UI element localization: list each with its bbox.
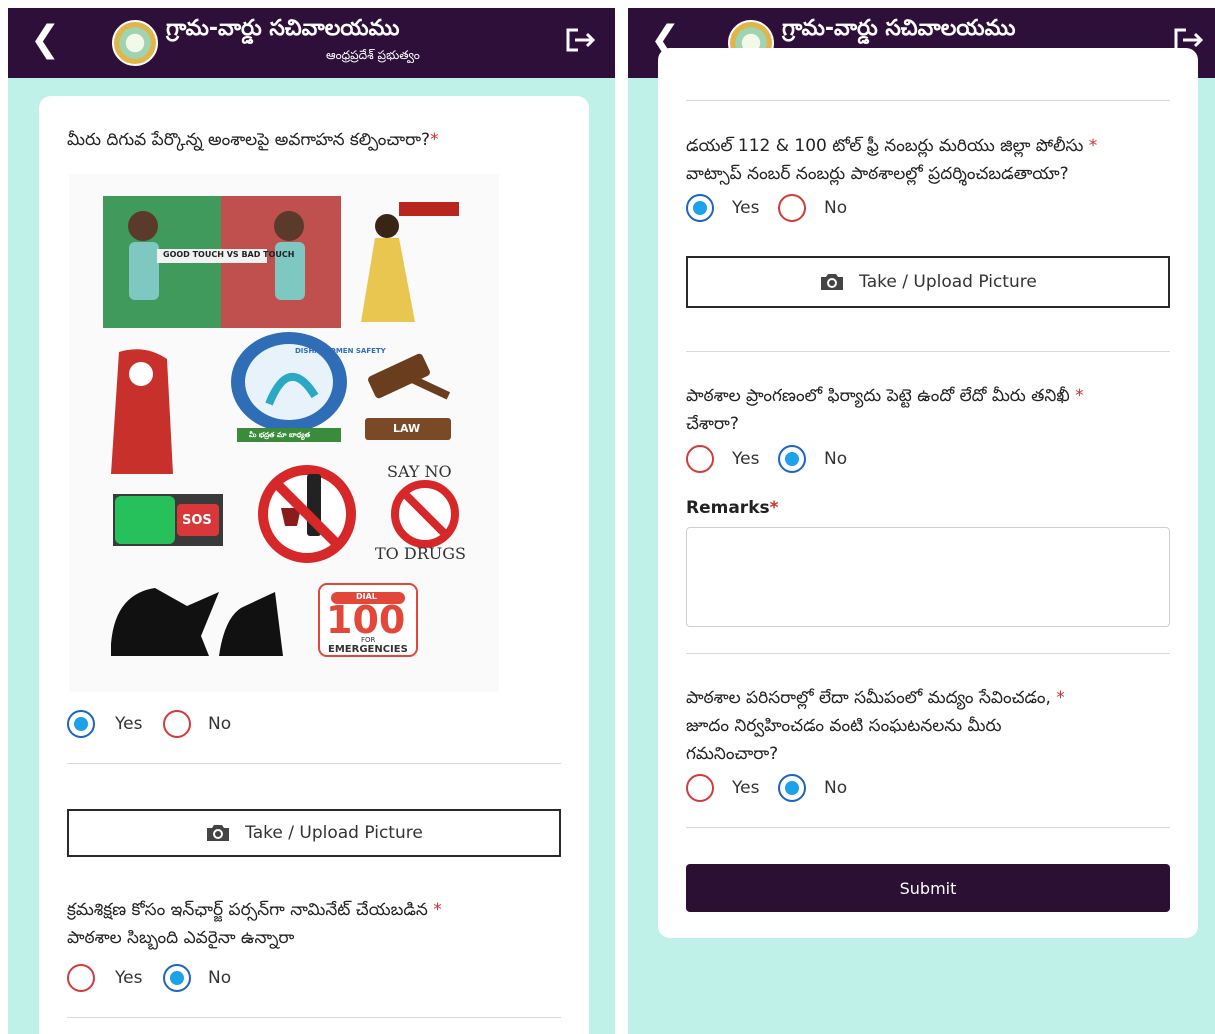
question-text-line2: వాట్సాప్ నంబర్ నంబర్లు పాఠశాలల్లో ప్రదర్…	[686, 164, 1069, 184]
q2-no-label: No	[208, 968, 232, 988]
question-text-line3: గమనించారా?	[686, 744, 779, 764]
question-helpline-display: డయల్ 112 & 100 టోల్ ఫ్రీ నంబర్లు మరియు జ…	[686, 132, 1186, 188]
question-text: పాఠశాల పరిసరాల్లో లేదా సమీపంలో మద్యం సేవ…	[686, 688, 1051, 708]
q4-yes-radio[interactable]	[686, 445, 714, 473]
question-text: డయల్ 112 & 100 టోల్ ఫ్రీ నంబర్లు మరియు జ…	[686, 136, 1084, 156]
required-mark: *	[430, 130, 439, 150]
q5-no-radio[interactable]	[778, 774, 806, 802]
divider	[686, 653, 1170, 654]
required-mark: *	[433, 900, 442, 920]
q2-yes-label: Yes	[115, 968, 143, 988]
required-mark: *	[1088, 136, 1098, 156]
back-icon[interactable]: ❮	[30, 20, 60, 60]
required-mark: *	[769, 498, 779, 518]
q5-yes-label: Yes	[732, 778, 760, 798]
q1-no-radio[interactable]	[163, 710, 191, 738]
divider	[686, 100, 1170, 101]
emergencies-label: EMERGENCIES	[328, 644, 408, 655]
question-text-line2: చేశారా?	[686, 414, 739, 434]
q4-no-radio[interactable]	[778, 445, 806, 473]
logout-icon[interactable]	[560, 20, 600, 60]
camera-icon	[821, 274, 844, 290]
question-awareness: మీరు దిగువ పేర్కొన్న అంశాలపై అవగాహన కల్ప…	[67, 126, 567, 154]
say-no-label: SAY NO	[387, 462, 452, 481]
disha-tagline: మీ భద్రత మా బాధ్యత	[249, 431, 311, 439]
to-drugs-label: TO DRUGS	[375, 544, 466, 563]
q1-yes-radio[interactable]	[67, 710, 95, 738]
law-label: LAW	[393, 422, 421, 435]
app-title: గ్రామ-వార్డు సచివాలయము	[166, 16, 400, 41]
question-text: పాఠశాల ప్రాంగణంలో ఫిర్యాదు పెట్టె ఉందో ల…	[686, 386, 1070, 406]
q3-no-radio[interactable]	[778, 194, 806, 222]
q1-no-label: No	[208, 714, 232, 734]
q2-no-radio[interactable]	[163, 964, 191, 992]
question-text: మీరు దిగువ పేర్కొన్న అంశాలపై అవగాహన కల్ప…	[67, 130, 431, 150]
required-mark: *	[1056, 688, 1065, 708]
remarks-label: Remarks*	[686, 494, 779, 522]
divider	[686, 351, 1170, 352]
q3-no-label: No	[824, 198, 848, 218]
q3-yes-radio[interactable]	[686, 194, 714, 222]
touch-caption: GOOD TOUCH VS BAD TOUCH	[163, 250, 295, 259]
divider	[67, 1017, 561, 1018]
q5-yes-radio[interactable]	[686, 774, 714, 802]
disha-text: DISHA WOMEN SAFETY	[295, 347, 386, 355]
question-complaint-box: పాఠశాల ప్రాంగణంలో ఫిర్యాదు పెట్టె ఉందో ల…	[686, 382, 1186, 438]
app-title: గ్రామ-వార్డు సచివాలయము	[782, 16, 1016, 41]
question-text-line2: జూదం నిర్వహించడం వంటి సంఘటనలను మీరు	[686, 716, 1002, 736]
question-alcohol-gambling: పాఠశాల పరిసరాల్లో లేదా సమీపంలో మద్యం సేవ…	[686, 684, 1186, 768]
remarks-textarea[interactable]	[686, 527, 1170, 627]
divider	[686, 827, 1170, 828]
remarks-text: Remarks	[686, 498, 770, 518]
upload-label: Take / Upload Picture	[859, 272, 1037, 292]
upload-picture-button[interactable]: Take / Upload Picture	[67, 809, 561, 857]
camera-icon	[207, 825, 230, 841]
question-discipline: క్రమశిక్షణ కోసం ఇన్‌ఛార్జ్ పర్సన్‌గా నామ…	[67, 896, 567, 952]
question-text-line2: పాఠశాల సిబ్బంది ఎవరైనా ఉన్నారా	[67, 928, 295, 948]
right-screen: ❮ గ్రామ-వార్డు సచివాలయము ఆంధ్రప్రదేశ్ ప్…	[628, 8, 1215, 1034]
q5-no-label: No	[824, 778, 848, 798]
required-mark: *	[1075, 386, 1084, 406]
submit-button[interactable]: Submit	[686, 864, 1170, 912]
upload-label: Take / Upload Picture	[245, 823, 423, 843]
awareness-infographic: GOOD TOUCH VS BAD TOUCH DISHA WOMEN SAFE…	[69, 174, 499, 692]
form-card: డయల్ 112 & 100 టోల్ ఫ్రీ నంబర్లు మరియు జ…	[658, 48, 1198, 938]
sos-label: SOS	[182, 513, 212, 528]
q1-yes-label: Yes	[115, 714, 143, 734]
app-subtitle: ఆంధ్రప్రదేశ్ ప్రభుత్వం	[326, 48, 420, 62]
q4-yes-label: Yes	[732, 449, 760, 469]
divider	[67, 763, 561, 764]
q3-yes-label: Yes	[732, 198, 760, 218]
upload-picture-button[interactable]: Take / Upload Picture	[686, 256, 1170, 308]
app-bar: ❮ గ్రామ-వార్డు సచివాలయము ఆంధ్రప్రదేశ్ ప్…	[8, 8, 615, 78]
q2-yes-radio[interactable]	[67, 964, 95, 992]
for-label: FOR	[361, 636, 376, 644]
form-card: మీరు దిగువ పేర్కొన్న అంశాలపై అవగాహన కల్ప…	[39, 96, 589, 1034]
q4-no-label: No	[824, 449, 848, 469]
question-text: క్రమశిక్షణ కోసం ఇన్‌ఛార్జ్ పర్సన్‌గా నామ…	[67, 900, 428, 920]
emblem-logo	[112, 20, 158, 66]
left-screen: ❮ గ్రామ-వార్డు సచివాలయము ఆంధ్రప్రదేశ్ ప్…	[8, 8, 615, 1034]
